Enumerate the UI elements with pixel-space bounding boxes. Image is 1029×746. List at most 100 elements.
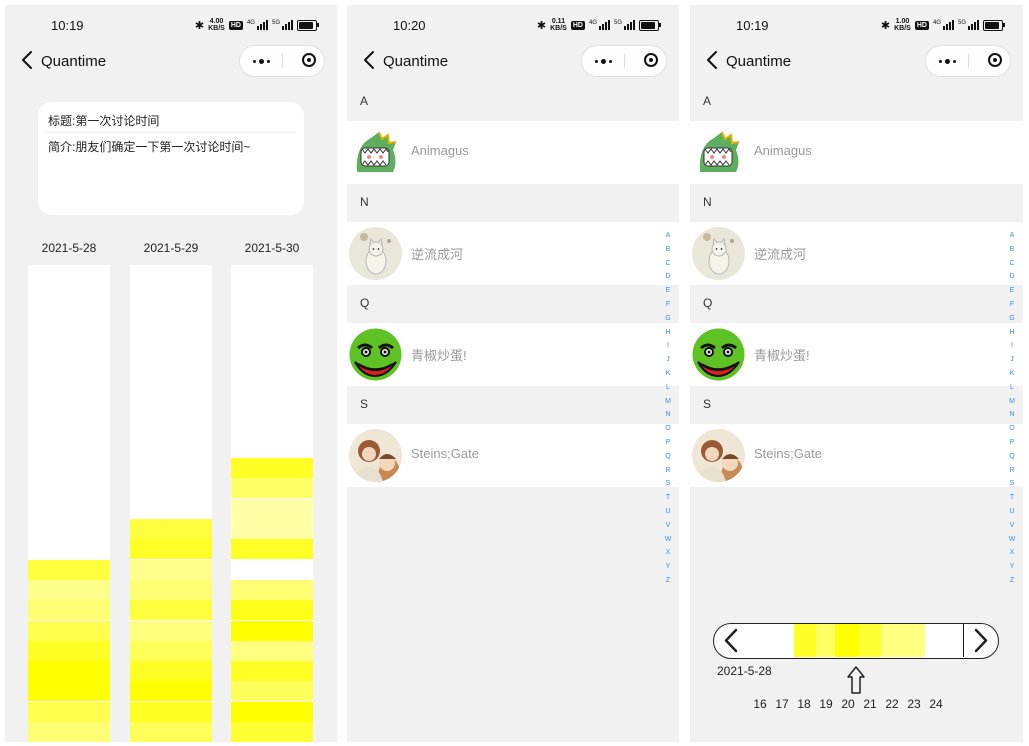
availability-cell[interactable] [28,722,110,742]
index-letter[interactable]: M [665,395,671,409]
index-letter[interactable]: N [665,408,670,422]
availability-cell[interactable] [231,600,313,621]
index-letter[interactable]: K [1010,367,1015,381]
index-letter[interactable]: T [666,491,670,505]
availability-cell[interactable] [231,478,313,499]
chevron-left-icon[interactable] [714,624,749,657]
index-letter[interactable]: H [665,326,670,340]
availability-cell[interactable] [28,559,110,580]
availability-cell[interactable] [231,519,313,539]
index-letter[interactable]: W [665,533,672,547]
contact-row[interactable]: Steins;Gate [347,424,679,487]
index-letter[interactable]: Z [666,574,670,588]
time-slider-track[interactable] [748,624,966,657]
index-letter[interactable]: R [665,464,670,478]
availability-column[interactable] [130,265,212,742]
index-letter[interactable]: Y [666,560,671,574]
contact-row[interactable]: 青椒炒蛋! [347,323,679,386]
contact-row[interactable]: 逆流成河 [690,222,1023,285]
index-letter[interactable]: A [1010,229,1015,243]
index-letter[interactable]: U [1009,505,1014,519]
index-letter[interactable]: B [666,243,671,257]
availability-cell[interactable] [130,600,212,621]
alphabet-index-bar[interactable]: ABCDEFGHIJKLMNOPQRSTUVWXYZ [1007,229,1017,588]
availability-cell[interactable] [28,640,110,661]
index-letter[interactable]: Z [1010,574,1014,588]
index-letter[interactable]: K [666,367,671,381]
index-letter[interactable]: N [1009,408,1014,422]
index-letter[interactable]: R [1009,464,1014,478]
availability-column[interactable] [28,265,110,742]
chevron-right-icon[interactable] [963,624,998,657]
availability-cell[interactable] [28,661,110,682]
index-letter[interactable]: C [1009,257,1014,271]
close-target-icon[interactable] [988,53,1002,67]
availability-cell[interactable] [28,600,110,621]
contact-row[interactable]: 青椒炒蛋! [690,323,1023,386]
index-letter[interactable]: Q [665,450,670,464]
index-letter[interactable]: H [1009,326,1014,340]
index-letter[interactable]: X [1010,546,1015,560]
time-slider[interactable] [713,623,999,659]
index-letter[interactable]: X [666,546,671,560]
availability-cell[interactable] [231,620,313,641]
availability-cell[interactable] [28,579,110,600]
index-letter[interactable]: O [1009,422,1014,436]
alphabet-index-bar[interactable]: ABCDEFGHIJKLMNOPQRSTUVWXYZ [663,229,673,588]
availability-cell[interactable] [231,701,313,722]
availability-cell[interactable] [231,539,313,560]
index-letter[interactable]: Y [1010,560,1015,574]
availability-cell[interactable] [28,620,110,641]
index-letter[interactable]: I [667,339,669,353]
index-letter[interactable]: F [1010,298,1014,312]
close-target-icon[interactable] [644,53,658,67]
availability-cell[interactable] [28,681,110,702]
back-arrow-icon[interactable] [702,48,724,72]
availability-cell[interactable] [130,559,212,580]
availability-cell[interactable] [130,620,212,641]
availability-cell[interactable] [231,640,313,661]
index-letter[interactable]: P [666,436,671,450]
index-letter[interactable]: I [1011,339,1013,353]
index-letter[interactable]: G [1009,312,1014,326]
index-letter[interactable]: M [1009,395,1015,409]
index-letter[interactable]: B [1010,243,1015,257]
availability-cell[interactable] [231,722,313,742]
index-letter[interactable]: S [1010,477,1015,491]
index-letter[interactable]: P [1010,436,1015,450]
availability-cell[interactable] [130,701,212,722]
availability-cell[interactable] [130,722,212,742]
index-letter[interactable]: G [665,312,670,326]
back-arrow-icon[interactable] [359,48,381,72]
index-letter[interactable]: S [666,477,671,491]
availability-cell[interactable] [231,681,313,702]
index-letter[interactable]: D [665,270,670,284]
availability-cell[interactable] [130,640,212,661]
availability-cell[interactable] [231,458,313,479]
availability-cell[interactable] [28,701,110,722]
contact-row[interactable]: Animagus [347,121,679,184]
contact-row[interactable]: Animagus [690,121,1023,184]
index-letter[interactable]: C [665,257,670,271]
index-letter[interactable]: F [666,298,670,312]
index-letter[interactable]: E [1010,284,1015,298]
availability-cell[interactable] [231,661,313,682]
index-letter[interactable]: Q [1009,450,1014,464]
contact-row[interactable]: 逆流成河 [347,222,679,285]
index-letter[interactable]: L [1010,381,1014,395]
index-letter[interactable]: W [1009,533,1016,547]
availability-cell[interactable] [130,539,212,560]
availability-cell[interactable] [231,498,313,519]
close-target-icon[interactable] [302,53,316,67]
index-letter[interactable]: V [666,519,671,533]
availability-cell[interactable] [130,579,212,600]
index-letter[interactable]: V [1010,519,1015,533]
index-letter[interactable]: J [1010,353,1014,367]
index-letter[interactable]: O [665,422,670,436]
back-arrow-icon[interactable] [17,48,39,72]
availability-cell[interactable] [130,661,212,682]
index-letter[interactable]: U [665,505,670,519]
index-letter[interactable]: E [666,284,671,298]
index-letter[interactable]: D [1009,270,1014,284]
availability-cell[interactable] [130,519,212,539]
